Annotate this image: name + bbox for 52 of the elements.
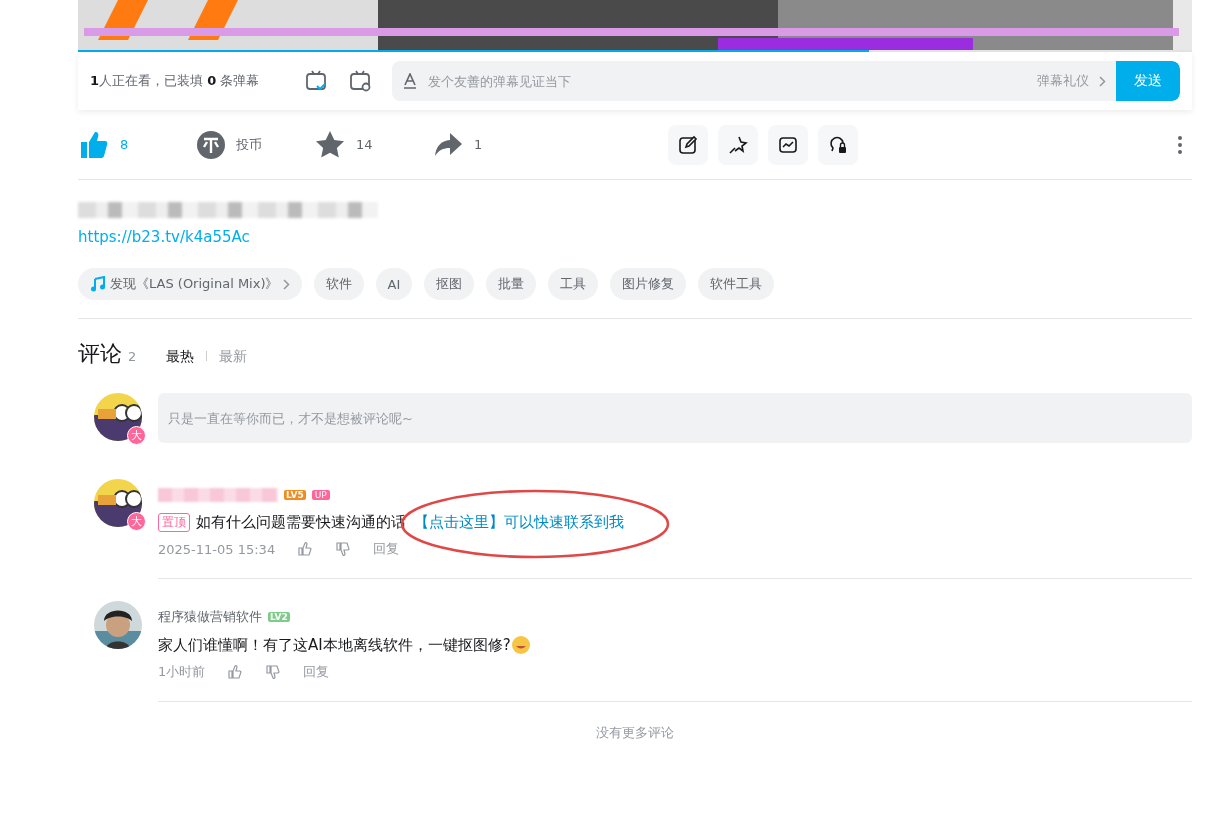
comment-time: 2025-11-05 15:34: [158, 541, 276, 557]
comment-text: 家人们谁懂啊！有了这AI本地离线软件，一键抠图修?: [158, 635, 511, 655]
comments-title: 评论: [78, 340, 122, 368]
locked-chat-icon[interactable]: [828, 134, 848, 155]
action-button[interactable]: 1: [432, 128, 550, 161]
user-name[interactable]: 程序猿做营销软件: [158, 608, 262, 626]
sort-tab[interactable]: 最新: [219, 348, 248, 366]
chevron-right-icon[interactable]: [1099, 75, 1106, 87]
more-icon[interactable]: [1178, 135, 1182, 154]
thumbs-down-icon[interactable]: [265, 664, 282, 680]
thumbs-down-icon[interactable]: [335, 541, 352, 557]
chart-button[interactable]: [768, 124, 808, 165]
comment-count: 2: [128, 349, 137, 364]
viewer-count: 1人正在看，已装填 0 条弹幕: [90, 72, 261, 90]
tag[interactable]: AI: [375, 268, 413, 300]
sort-tab[interactable]: 最热: [166, 348, 195, 366]
up-badge: UP: [311, 490, 330, 500]
danmaku-settings-icon[interactable]: [348, 69, 372, 93]
coin-icon: [196, 129, 226, 160]
tag[interactable]: 批量: [486, 268, 537, 300]
no-more-comments: 没有更多评论: [595, 724, 675, 742]
star-wand-icon[interactable]: [728, 134, 748, 155]
avatar: [94, 479, 142, 527]
edit-button[interactable]: [668, 124, 708, 165]
thumbs-up-icon[interactable]: [297, 541, 314, 557]
vip-badge: 大: [127, 426, 146, 445]
pinned-badge: 置顶: [158, 513, 190, 532]
level-badge: LV2: [268, 612, 290, 622]
action-button[interactable]: 14: [314, 128, 432, 161]
reply-link[interactable]: 回复: [303, 663, 330, 681]
star-wand-button[interactable]: [718, 124, 758, 165]
reply-link[interactable]: 回复: [373, 540, 400, 558]
avatar: [94, 601, 142, 649]
chart-icon[interactable]: [778, 134, 798, 155]
tag[interactable]: 图片修复: [610, 268, 687, 300]
tag[interactable]: 发现《LAS (Original Mix)》: [78, 268, 302, 300]
vip-badge: 大: [127, 512, 146, 531]
level-badge: LV5: [284, 490, 306, 500]
tag[interactable]: 软件工具: [698, 268, 775, 300]
edit-icon[interactable]: [678, 134, 698, 155]
locked-chat-button[interactable]: [818, 124, 858, 165]
chevron-right-icon[interactable]: [282, 278, 290, 290]
tag[interactable]: 软件: [313, 268, 364, 300]
danmaku-toggle-icon[interactable]: [304, 69, 328, 93]
action-button[interactable]: 投币: [196, 129, 314, 160]
thumbs-up-icon[interactable]: [227, 664, 244, 680]
music-note-icon: [90, 276, 106, 292]
tag[interactable]: 抠图: [424, 268, 475, 300]
text-style-icon[interactable]: [402, 73, 418, 89]
comment-time: 1小时前: [158, 663, 206, 681]
avatar: [94, 393, 142, 441]
tag[interactable]: 工具: [548, 268, 599, 300]
